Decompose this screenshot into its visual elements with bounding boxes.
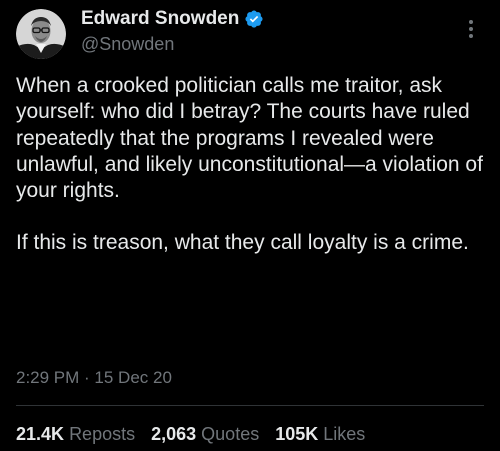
likes-stat[interactable]: 105K Likes (275, 424, 365, 445)
author-name-row: Edward Snowden (81, 8, 264, 30)
avatar[interactable] (16, 9, 66, 59)
quotes-stat[interactable]: 2,063 Quotes (151, 424, 259, 445)
verified-badge-icon[interactable] (244, 9, 264, 29)
tweet-text: When a crooked politician calls me trait… (16, 73, 486, 257)
reposts-label: Reposts (69, 424, 136, 444)
tweet-paragraph: When a crooked politician calls me trait… (16, 74, 483, 203)
reposts-stat[interactable]: 21.4K Reposts (16, 424, 135, 445)
avatar-image (16, 9, 66, 59)
quotes-count: 2,063 (151, 424, 197, 444)
likes-label: Likes (323, 424, 366, 444)
more-options-icon[interactable] (468, 18, 474, 40)
reposts-count: 21.4K (16, 424, 65, 444)
divider (16, 405, 484, 406)
tweet-paragraph: If this is treason, what they call loyal… (16, 231, 469, 255)
engagement-stats: 21.4K Reposts 2,063 Quotes 105K Likes (16, 424, 365, 445)
tweet: Edward Snowden @Snowden When a crooked p… (0, 0, 500, 451)
display-name[interactable]: Edward Snowden (81, 8, 239, 30)
tweet-timestamp[interactable]: 2:29 PM · 15 Dec 20 (16, 368, 172, 388)
quotes-label: Quotes (201, 424, 260, 444)
likes-count: 105K (275, 424, 319, 444)
author-handle[interactable]: @Snowden (81, 34, 174, 55)
